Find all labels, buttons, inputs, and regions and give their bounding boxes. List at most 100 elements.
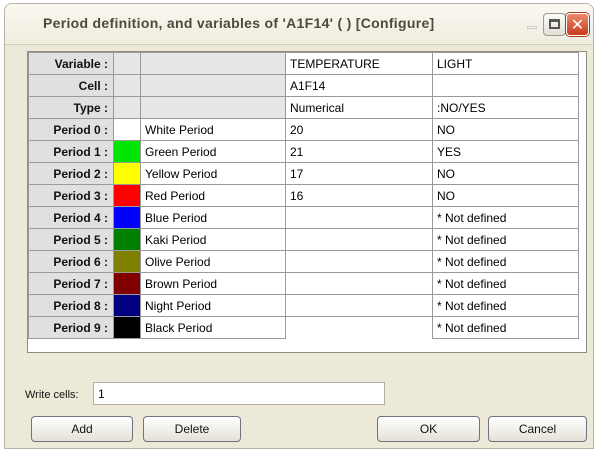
window-title: Period definition, and variables of 'A1F… (43, 15, 435, 31)
period-name-cell[interactable]: Brown Period (140, 272, 286, 295)
maximize-icon[interactable] (543, 13, 566, 36)
light-cell[interactable]: * Not defined (432, 294, 579, 317)
color-swatch (114, 317, 140, 338)
blank-cell (113, 52, 141, 75)
period-label: Period 4 : (28, 206, 114, 229)
color-swatch (114, 295, 140, 316)
light-cell[interactable]: * Not defined (432, 228, 579, 251)
light-cell[interactable]: YES (432, 140, 579, 163)
value-cell[interactable]: LIGHT (432, 52, 579, 75)
value-cell[interactable]: A1F14 (285, 74, 433, 97)
light-cell[interactable]: * Not defined (432, 250, 579, 273)
period-color-swatch[interactable] (113, 250, 141, 273)
color-swatch (114, 163, 140, 184)
light-cell[interactable]: * Not defined (432, 206, 579, 229)
period-grid[interactable]: Variable : TEMPERATURE LIGHT Cell : A1F14 Typ… (27, 51, 587, 353)
color-swatch (114, 251, 140, 272)
title-bar[interactable]: Period definition, and variables of 'A1F… (5, 4, 593, 45)
blank-cell (113, 74, 141, 97)
temperature-cell[interactable]: 20 (285, 118, 433, 141)
period-color-swatch[interactable] (113, 294, 141, 317)
temperature-cell[interactable] (285, 250, 433, 273)
temperature-cell[interactable] (285, 206, 433, 229)
row-header-label: Cell : (28, 74, 114, 97)
row-header-label: Variable : (28, 52, 114, 75)
period-row[interactable]: Period 8 : Night Period * Not defined (28, 294, 579, 317)
light-cell[interactable]: NO (432, 118, 579, 141)
period-name-cell[interactable]: Olive Period (140, 250, 286, 273)
period-label: Period 1 : (28, 140, 114, 163)
light-cell[interactable]: NO (432, 184, 579, 207)
add-button[interactable]: Add (31, 416, 133, 442)
value-cell[interactable]: TEMPERATURE (285, 52, 433, 75)
period-name-cell[interactable]: Kaki Period (140, 228, 286, 251)
header-row: Type : Numerical:NO/YES (28, 96, 579, 119)
period-row[interactable]: Period 0 : White Period 20 NO (28, 118, 579, 141)
period-label: Period 8 : (28, 294, 114, 317)
temperature-cell[interactable]: 21 (285, 140, 433, 163)
period-row[interactable]: Period 7 : Brown Period * Not defined (28, 272, 579, 295)
temperature-cell[interactable] (285, 294, 433, 317)
period-label: Period 5 : (28, 228, 114, 251)
period-color-swatch[interactable] (113, 140, 141, 163)
period-row[interactable]: Period 1 : Green Period 21 YES (28, 140, 579, 163)
temperature-cell[interactable]: 16 (285, 184, 433, 207)
period-label: Period 7 : (28, 272, 114, 295)
color-swatch (114, 273, 140, 294)
period-label: Period 3 : (28, 184, 114, 207)
period-row[interactable]: Period 4 : Blue Period * Not defined (28, 206, 579, 229)
period-name-cell[interactable]: Black Period (140, 316, 286, 339)
period-label: Period 9 : (28, 316, 114, 339)
close-icon[interactable]: ✕ (566, 13, 589, 36)
period-label: Period 0 : (28, 118, 114, 141)
blank-cell (140, 74, 286, 97)
cancel-button[interactable]: Cancel (488, 416, 587, 442)
delete-button[interactable]: Delete (143, 416, 241, 442)
value-cell[interactable] (432, 74, 579, 97)
period-color-swatch[interactable] (113, 162, 141, 185)
temperature-cell[interactable] (285, 228, 433, 251)
dialog-window: Period definition, and variables of 'A1F… (4, 3, 594, 449)
temperature-cell[interactable]: 17 (285, 162, 433, 185)
color-swatch (114, 185, 140, 206)
blank-cell (140, 52, 286, 75)
light-cell[interactable]: * Not defined (432, 316, 579, 339)
period-row[interactable]: Period 2 : Yellow Period 17 NO (28, 162, 579, 185)
period-color-swatch[interactable] (113, 118, 141, 141)
row-header-label: Type : (28, 96, 114, 119)
period-name-cell[interactable]: Night Period (140, 294, 286, 317)
period-name-cell[interactable]: White Period (140, 118, 286, 141)
period-label: Period 2 : (28, 162, 114, 185)
period-row[interactable]: Period 5 : Kaki Period * Not defined (28, 228, 579, 251)
light-cell[interactable]: * Not defined (432, 272, 579, 295)
period-name-cell[interactable]: Red Period (140, 184, 286, 207)
period-color-swatch[interactable] (113, 206, 141, 229)
write-cells-label: Write cells: (25, 389, 79, 401)
minimize-icon[interactable] (521, 13, 544, 36)
period-name-cell[interactable]: Green Period (140, 140, 286, 163)
period-color-swatch[interactable] (113, 228, 141, 251)
value-cell[interactable]: :NO/YES (432, 96, 579, 119)
period-name-cell[interactable]: Blue Period (140, 206, 286, 229)
temperature-cell[interactable] (285, 272, 433, 295)
period-row[interactable]: Period 3 : Red Period 16 NO (28, 184, 579, 207)
period-color-swatch[interactable] (113, 184, 141, 207)
period-row[interactable]: Period 9 : Black Period * Not defined (28, 316, 579, 339)
ok-button[interactable]: OK (377, 416, 480, 442)
color-swatch (114, 119, 140, 140)
color-swatch (114, 229, 140, 250)
color-swatch (114, 141, 140, 162)
header-row: Cell : A1F14 (28, 74, 579, 97)
write-cells-input[interactable] (93, 382, 385, 405)
period-name-cell[interactable]: Yellow Period (140, 162, 286, 185)
color-swatch (114, 207, 140, 228)
blank-cell (113, 96, 141, 119)
light-cell[interactable]: NO (432, 162, 579, 185)
header-row: Variable : TEMPERATURE LIGHT (28, 52, 579, 75)
period-color-swatch[interactable] (113, 316, 141, 339)
temperature-cell[interactable] (285, 316, 433, 339)
blank-cell (140, 96, 286, 119)
period-color-swatch[interactable] (113, 272, 141, 295)
period-row[interactable]: Period 6 : Olive Period * Not defined (28, 250, 579, 273)
value-cell[interactable]: Numerical (285, 96, 433, 119)
